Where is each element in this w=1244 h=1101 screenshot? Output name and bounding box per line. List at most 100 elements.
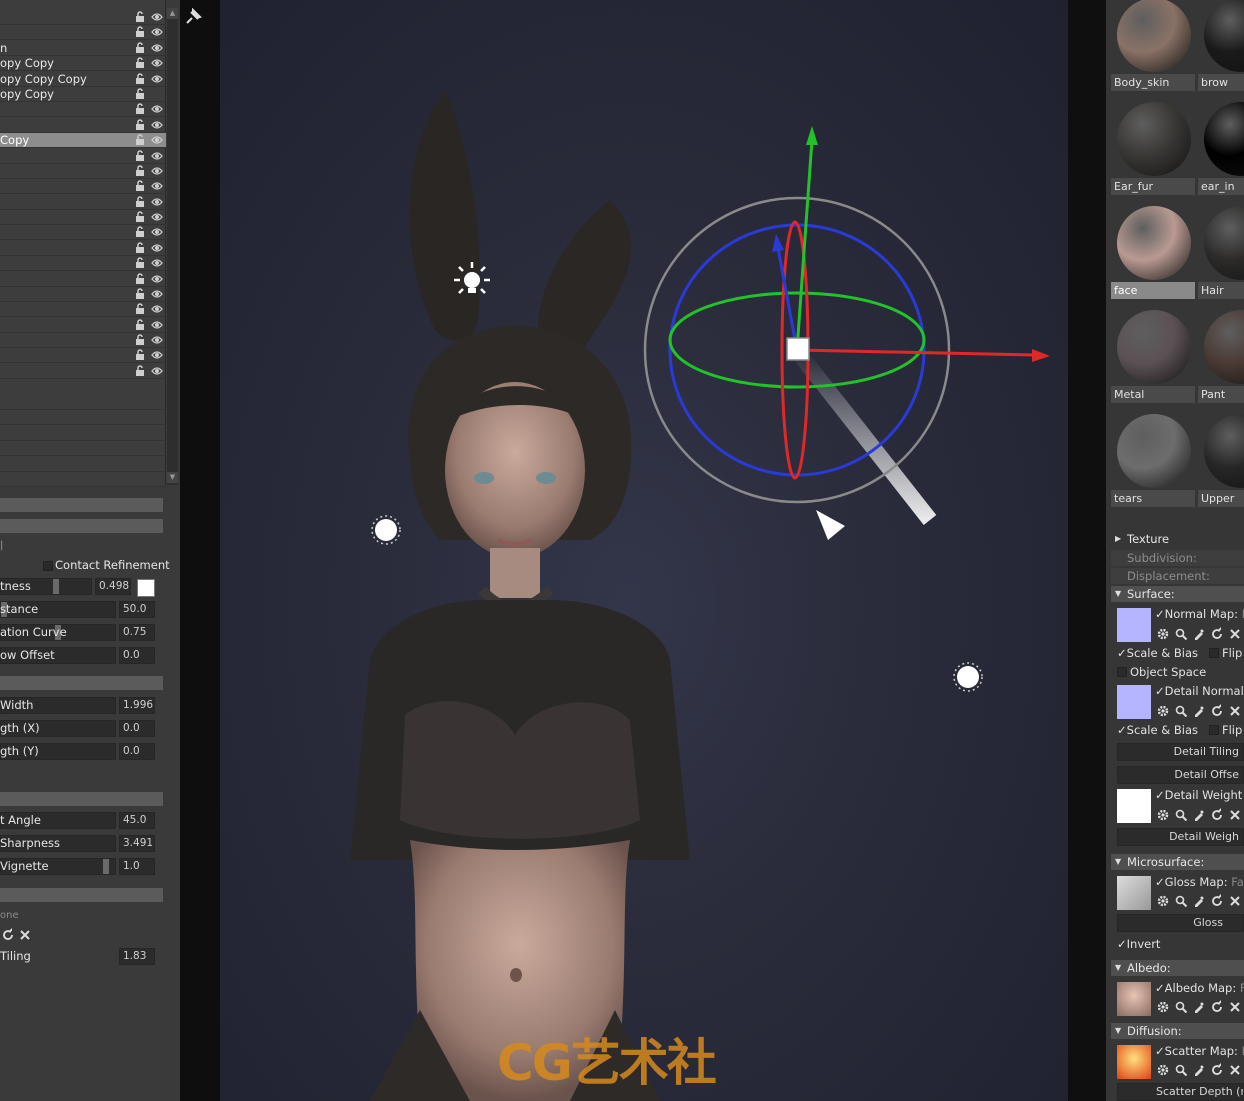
property-value[interactable]: 50.0 — [119, 601, 155, 618]
eye-icon[interactable] — [151, 226, 163, 238]
material-slot[interactable]: ear_in — [1198, 102, 1244, 206]
outliner-row[interactable] — [0, 364, 166, 379]
search-icon[interactable] — [1174, 1063, 1188, 1077]
material-slot[interactable]: face — [1111, 206, 1195, 310]
lock-icon[interactable] — [134, 73, 146, 85]
outliner-row[interactable]: opy Copy — [0, 56, 166, 71]
eyedropper-icon[interactable] — [1192, 627, 1206, 641]
material-slot[interactable]: Body_skin — [1111, 0, 1195, 102]
microsurface-section[interactable]: ▼ Microsurface: — [1111, 854, 1244, 870]
clear-icon[interactable] — [1228, 894, 1242, 908]
outliner-row[interactable]: opy Copy — [0, 87, 166, 102]
outliner-row[interactable]: n — [0, 41, 166, 56]
section-header[interactable] — [0, 792, 163, 806]
search-icon[interactable] — [1174, 704, 1188, 718]
scatter-depth-field[interactable]: Scatter Depth (m — [1117, 1083, 1244, 1101]
gear-icon[interactable] — [1156, 1063, 1170, 1077]
property-value[interactable]: 0.0 — [119, 720, 155, 737]
lock-icon[interactable] — [134, 273, 146, 285]
subdivision-section[interactable]: Subdivision: — [1111, 550, 1244, 566]
outliner-row[interactable]: opy Copy Copy — [0, 72, 166, 87]
property-value[interactable]: 1.996 — [119, 697, 155, 714]
property-value[interactable]: 0.498 — [95, 578, 131, 595]
eye-icon[interactable] — [151, 211, 163, 223]
lock-icon[interactable] — [134, 165, 146, 177]
eye-icon[interactable] — [151, 349, 163, 361]
lock-icon[interactable] — [134, 134, 146, 146]
outliner-row[interactable] — [0, 25, 166, 40]
outliner-row[interactable] — [0, 256, 166, 271]
displacement-section[interactable]: Displacement: — [1111, 568, 1244, 584]
eye-icon[interactable] — [151, 242, 163, 254]
lock-icon[interactable] — [134, 349, 146, 361]
scale-bias-checkbox-2[interactable]: ✓Scale & Bias — [1117, 723, 1198, 737]
eye-icon[interactable] — [151, 319, 163, 331]
lock-icon[interactable] — [134, 211, 146, 223]
eyedropper-icon[interactable] — [1192, 704, 1206, 718]
3d-viewport[interactable]: CG艺术社 — [220, 0, 1068, 1101]
outliner-row[interactable] — [0, 195, 166, 210]
clear-icon[interactable] — [1228, 808, 1242, 822]
slider-handle[interactable] — [102, 859, 109, 874]
property-value[interactable]: 3.491 — [119, 835, 155, 852]
search-icon[interactable] — [1174, 627, 1188, 641]
material-slot[interactable]: Metal — [1111, 310, 1195, 414]
gear-icon[interactable] — [1156, 894, 1170, 908]
tiling-value[interactable]: 1.83 — [119, 948, 155, 965]
lock-icon[interactable] — [134, 319, 146, 331]
clear-icon[interactable] — [1228, 1000, 1242, 1014]
tiling-slider[interactable] — [0, 948, 116, 965]
reload-icon[interactable] — [1, 928, 15, 942]
lock-icon[interactable] — [134, 150, 146, 162]
eye-icon[interactable] — [151, 180, 163, 192]
lock-icon[interactable] — [134, 288, 146, 300]
material-slot[interactable]: Ear_fur — [1111, 102, 1195, 206]
outliner-row[interactable] — [0, 287, 166, 302]
section-header[interactable] — [0, 519, 163, 533]
search-icon[interactable] — [1174, 808, 1188, 822]
reload-icon[interactable] — [1210, 704, 1224, 718]
reload-icon[interactable] — [1210, 1063, 1224, 1077]
lock-icon[interactable] — [134, 303, 146, 315]
lock-icon[interactable] — [134, 226, 146, 238]
outliner-row[interactable] — [0, 118, 166, 133]
eye-icon[interactable] — [151, 196, 163, 208]
eye-icon[interactable] — [151, 11, 163, 23]
eyedropper-icon[interactable] — [1192, 808, 1206, 822]
surface-section[interactable]: ▼ Surface: — [1111, 586, 1244, 602]
gloss-field[interactable]: Gloss — [1117, 914, 1244, 932]
outliner-row[interactable] — [0, 149, 166, 164]
property-value[interactable]: 45.0 — [119, 812, 155, 829]
property-value[interactable]: 0.75 — [119, 624, 155, 641]
detail-offset-field[interactable]: Detail Offse — [1117, 766, 1244, 784]
albedo-map-thumb[interactable] — [1117, 982, 1151, 1016]
eye-icon[interactable] — [151, 257, 163, 269]
slider-handle[interactable] — [52, 579, 59, 594]
lock-icon[interactable] — [134, 119, 146, 131]
outliner-row[interactable] — [0, 225, 166, 240]
clear-icon[interactable] — [1228, 1063, 1242, 1077]
eye-icon[interactable] — [151, 303, 163, 315]
clear-icon[interactable] — [1228, 627, 1242, 641]
detail-normal-thumb[interactable] — [1117, 685, 1151, 719]
gear-icon[interactable] — [1156, 627, 1170, 641]
eyedropper-icon[interactable] — [1192, 1000, 1206, 1014]
eyedropper-icon[interactable] — [1192, 1063, 1206, 1077]
light-color-swatch[interactable] — [137, 579, 155, 597]
eye-icon[interactable] — [151, 26, 163, 38]
outliner-row[interactable] — [0, 318, 166, 333]
outliner-row[interactable]: Copy — [0, 133, 166, 148]
material-slot[interactable]: tears — [1111, 414, 1195, 518]
scale-bias-checkbox[interactable]: ✓Scale & Bias — [1117, 646, 1198, 660]
material-slot[interactable]: Pant — [1198, 310, 1244, 414]
object-space-checkbox[interactable]: Object Space — [1117, 665, 1206, 679]
reload-icon[interactable] — [1210, 1000, 1224, 1014]
eye-icon[interactable] — [151, 134, 163, 146]
property-value[interactable]: 1.0 — [119, 858, 155, 875]
lock-icon[interactable] — [134, 57, 146, 69]
eye-icon[interactable] — [151, 42, 163, 54]
search-icon[interactable] — [1174, 1000, 1188, 1014]
gear-icon[interactable] — [1156, 808, 1170, 822]
lock-icon[interactable] — [134, 180, 146, 192]
albedo-section[interactable]: ▼ Albedo: — [1111, 960, 1244, 976]
